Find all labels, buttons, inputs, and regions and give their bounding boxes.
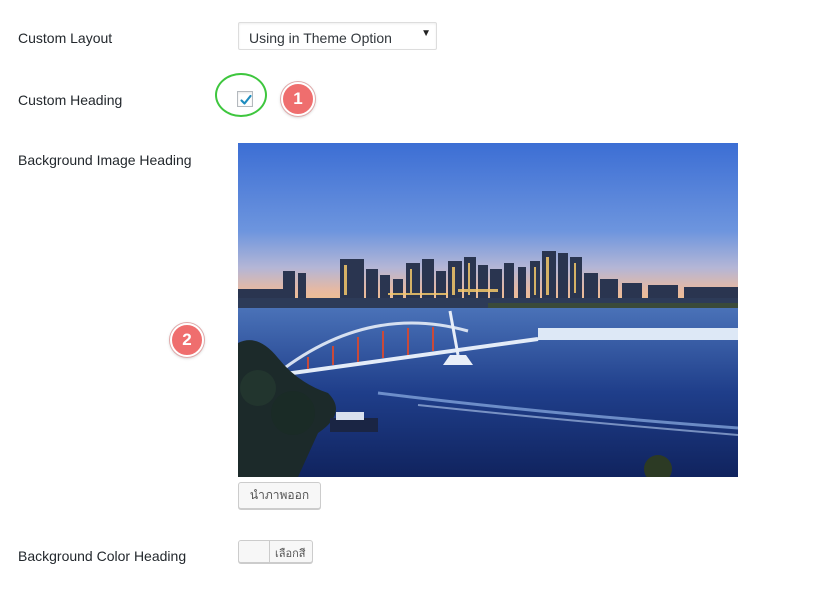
custom-heading-label: Custom Heading (18, 92, 123, 108)
annotation-badge-1: 1 (281, 82, 315, 116)
background-image-label: Background Image Heading (18, 152, 192, 168)
color-picker-label: เลือกสี (275, 548, 306, 560)
triangle-down-icon: ▼ (421, 28, 431, 39)
custom-layout-selected-value: Using in Theme Option (249, 30, 392, 46)
background-image-preview (238, 143, 738, 477)
background-color-label: Background Color Heading (18, 548, 187, 564)
color-picker-button[interactable]: เลือกสี (238, 540, 313, 563)
annotation-badge-2: 2 (170, 323, 204, 357)
city-skyline-image (238, 143, 738, 477)
custom-layout-label: Custom Layout (18, 30, 113, 46)
remove-image-button[interactable]: นำภาพออก (238, 482, 321, 509)
color-swatch (239, 541, 270, 562)
custom-heading-checkbox[interactable] (237, 91, 253, 107)
custom-layout-select[interactable]: Using in Theme Option ▼ (238, 22, 437, 50)
checkmark-icon (240, 94, 252, 105)
settings-page: Custom Layout Using in Theme Option ▼ Cu… (0, 0, 829, 589)
